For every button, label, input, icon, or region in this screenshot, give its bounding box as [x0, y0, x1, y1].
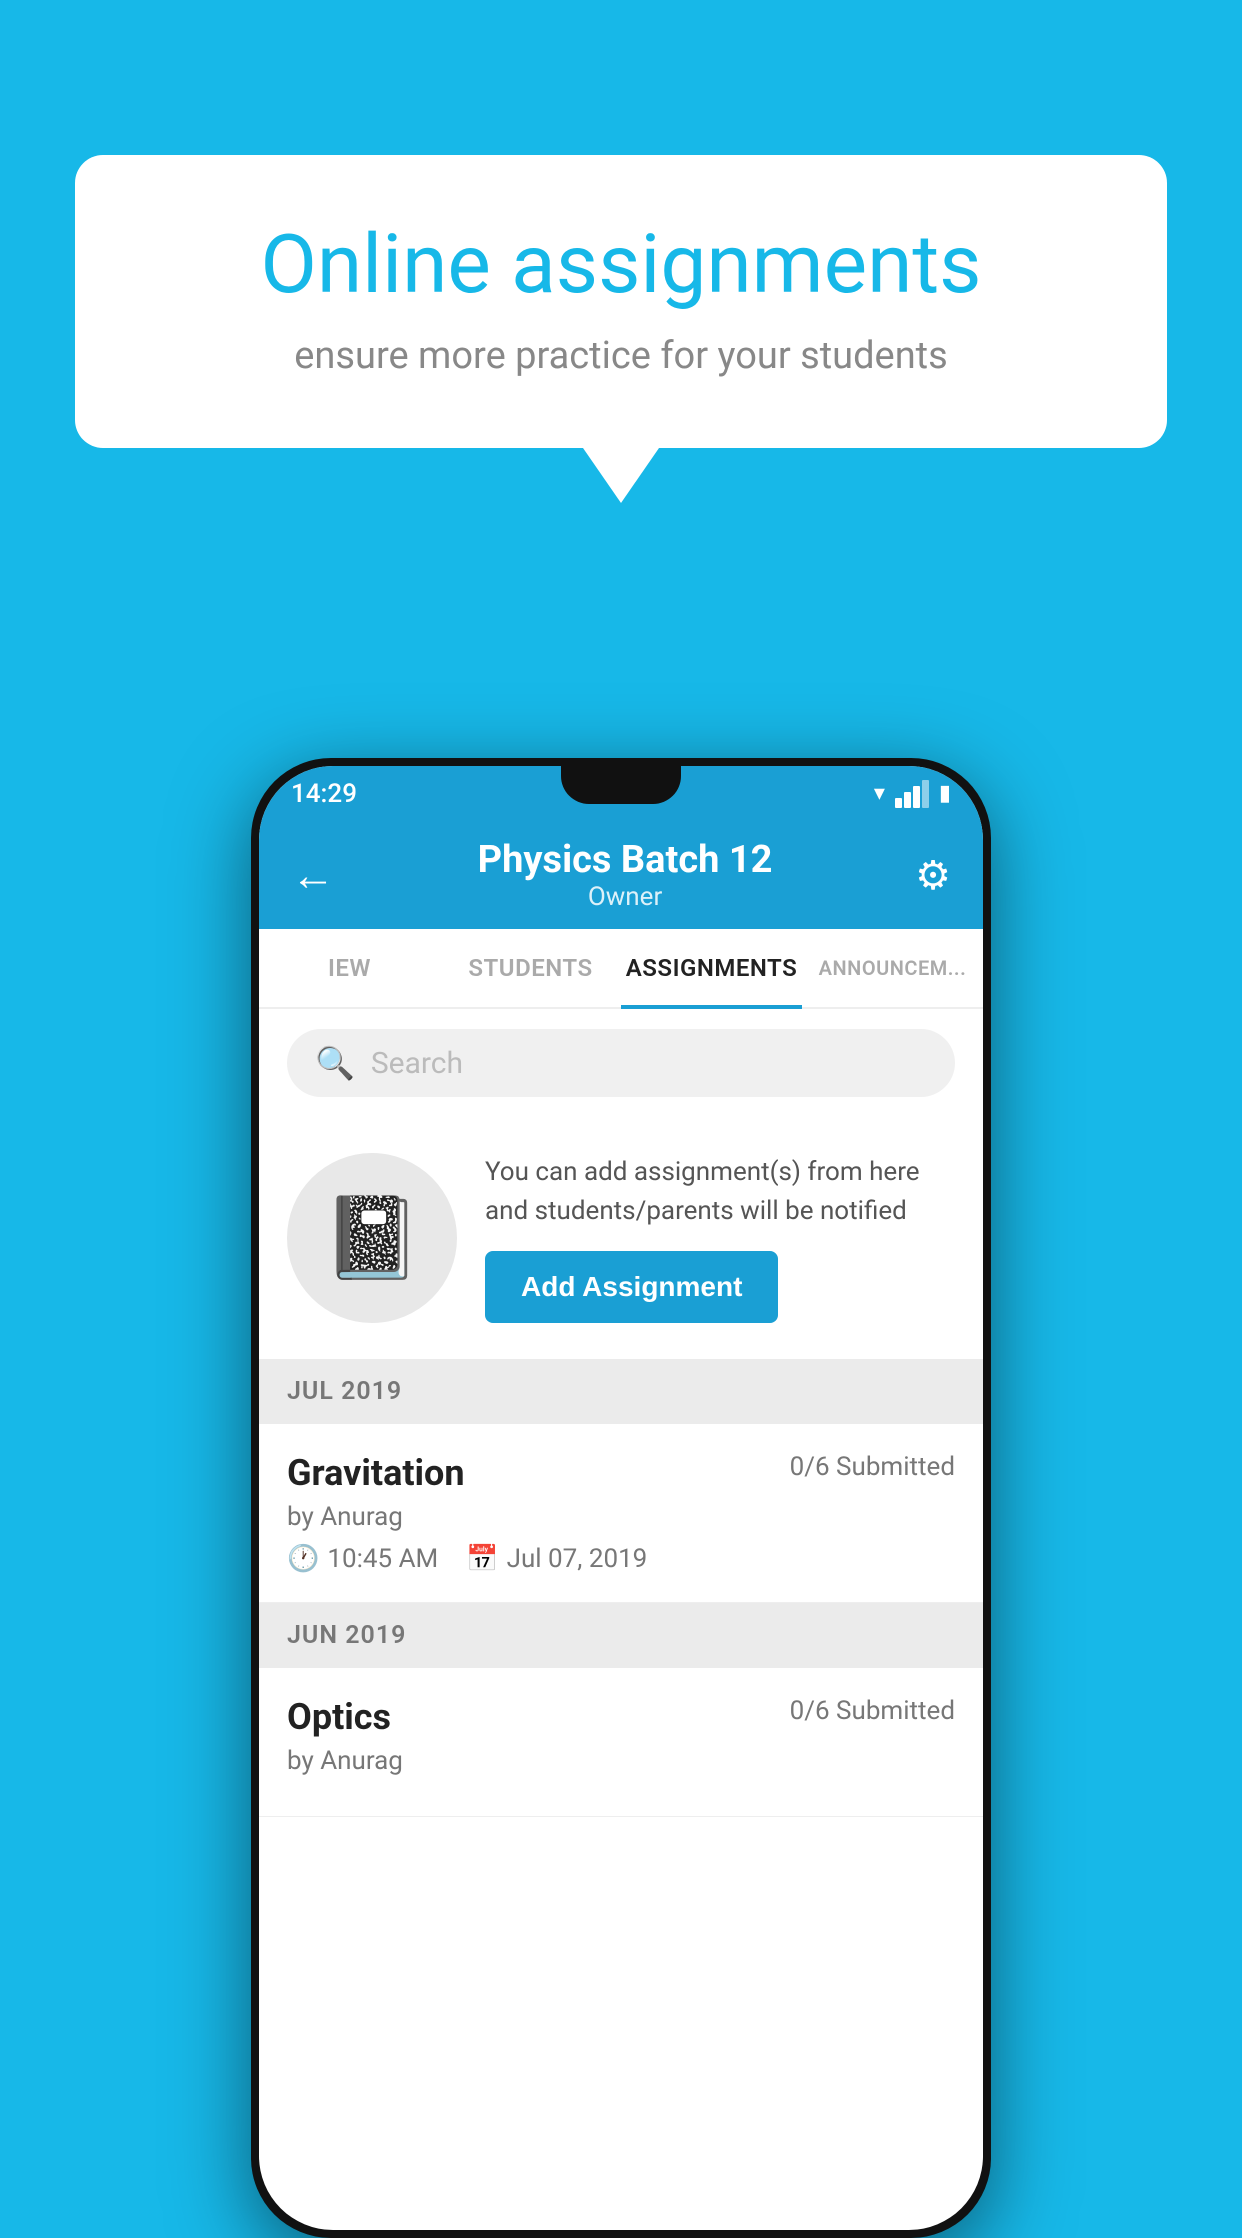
speech-bubble-arrow — [583, 448, 659, 503]
back-button[interactable]: ← — [291, 849, 335, 901]
status-time: 14:29 — [291, 779, 357, 809]
phone-frame: 14:29 ▾ ▮ ← Physics Batch 12 Owner — [251, 758, 991, 2238]
promo-text: You can add assignment(s) from here and … — [485, 1153, 955, 1231]
phone-notch — [561, 766, 681, 804]
app-bar-subtitle: Owner — [478, 882, 773, 912]
settings-icon[interactable]: ⚙ — [915, 852, 951, 899]
search-placeholder: Search — [371, 1046, 463, 1081]
assignment-item-optics[interactable]: Optics 0/6 Submitted by Anurag — [259, 1668, 983, 1817]
assignment-name-optics: Optics — [287, 1696, 391, 1738]
promo-icon-circle: 📓 — [287, 1153, 457, 1323]
tab-iew[interactable]: IEW — [259, 931, 440, 1009]
phone-screen: 14:29 ▾ ▮ ← Physics Batch 12 Owner — [259, 766, 983, 2230]
assignment-submitted: 0/6 Submitted — [790, 1452, 955, 1482]
assignment-name: Gravitation — [287, 1452, 465, 1494]
assignment-author: by Anurag — [287, 1502, 955, 1532]
promo-section: 📓 You can add assignment(s) from here an… — [259, 1117, 983, 1359]
status-icons: ▾ ▮ — [874, 780, 951, 808]
wifi-icon: ▾ — [874, 781, 885, 806]
clock-icon: 🕐 — [287, 1544, 319, 1574]
tab-announcements[interactable]: ANNOUNCEM... — [802, 931, 983, 1009]
assignment-time: 🕐 10:45 AM — [287, 1544, 438, 1574]
assignment-meta-row: 🕐 10:45 AM 📅 Jul 07, 2019 — [287, 1544, 955, 1574]
assignment-date: 📅 Jul 07, 2019 — [466, 1544, 647, 1574]
app-bar-title: Physics Batch 12 — [478, 838, 773, 882]
content-area: 🔍 Search 📓 You can add assignment(s) fro… — [259, 1009, 983, 1817]
notebook-icon: 📓 — [322, 1191, 422, 1285]
assignment-author-optics: by Anurag — [287, 1746, 955, 1776]
signal-icon — [895, 780, 929, 808]
app-bar: ← Physics Batch 12 Owner ⚙ — [259, 821, 983, 929]
search-icon: 🔍 — [315, 1044, 355, 1082]
tab-assignments[interactable]: ASSIGNMENTS — [621, 931, 802, 1009]
add-assignment-button[interactable]: Add Assignment — [485, 1251, 778, 1323]
speech-bubble-subtitle: ensure more practice for your students — [135, 334, 1107, 378]
assignment-row1: Gravitation 0/6 Submitted — [287, 1452, 955, 1494]
assignment-item-gravitation[interactable]: Gravitation 0/6 Submitted by Anurag 🕐 10… — [259, 1424, 983, 1603]
promo-card-wrapper: Online assignments ensure more practice … — [75, 155, 1167, 503]
battery-icon: ▮ — [939, 781, 951, 806]
assignment-row1-optics: Optics 0/6 Submitted — [287, 1696, 955, 1738]
assignment-submitted-optics: 0/6 Submitted — [790, 1696, 955, 1726]
tabs-bar: IEW STUDENTS ASSIGNMENTS ANNOUNCEM... — [259, 929, 983, 1009]
speech-bubble: Online assignments ensure more practice … — [75, 155, 1167, 448]
search-bar-wrapper: 🔍 Search — [259, 1009, 983, 1117]
section-header-jun: JUN 2019 — [259, 1603, 983, 1668]
tab-students[interactable]: STUDENTS — [440, 931, 621, 1009]
section-header-jul: JUL 2019 — [259, 1359, 983, 1424]
search-bar[interactable]: 🔍 Search — [287, 1029, 955, 1097]
calendar-icon: 📅 — [466, 1544, 498, 1574]
app-bar-title-wrap: Physics Batch 12 Owner — [478, 838, 773, 912]
promo-content: You can add assignment(s) from here and … — [485, 1153, 955, 1323]
speech-bubble-title: Online assignments — [135, 220, 1107, 310]
